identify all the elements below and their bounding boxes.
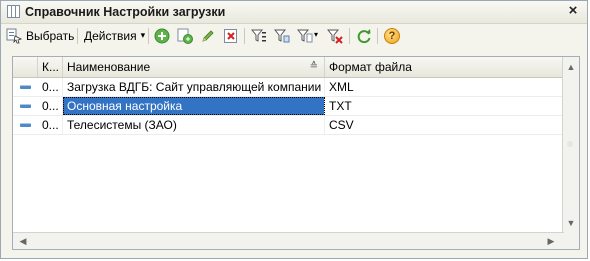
select-button-label: Выбрать <box>26 28 75 43</box>
table-row[interactable]: 0... Телесистемы (ЗАО) CSV <box>13 116 564 135</box>
catalog-item-icon <box>20 85 31 89</box>
filter-settings-icon[interactable] <box>251 28 267 44</box>
actions-menu-button[interactable]: Действия ▾ <box>84 26 145 45</box>
column-header-name[interactable]: Наименование ≙ <box>63 57 325 77</box>
filter-clear-icon[interactable] <box>327 28 343 44</box>
grid-header: К... Наименование ≙ Формат файла <box>13 57 564 78</box>
window-title: Справочник Настройки загрузки <box>25 5 226 19</box>
table-row-selected[interactable]: 0... Основная настройка TXT <box>13 97 564 116</box>
catalog-icon <box>7 5 20 18</box>
chevron-down-icon[interactable]: ▾ <box>314 30 318 39</box>
toolbar-separator <box>349 28 350 44</box>
table-row[interactable]: 0... Загрузка ВДГБ: Сайт управляющей ком… <box>13 78 564 97</box>
vertical-scrollbar[interactable]: ▲ ▼ <box>562 57 579 249</box>
copy-icon[interactable] <box>177 28 193 44</box>
data-grid[interactable]: К... Наименование ≙ Формат файла 0... За… <box>12 56 580 250</box>
column-header-code[interactable]: К... <box>38 57 63 77</box>
filter-by-value-icon[interactable] <box>274 28 290 44</box>
toolbar-separator <box>77 28 78 44</box>
add-icon[interactable] <box>154 28 170 44</box>
select-icon <box>6 28 22 43</box>
close-button[interactable]: × <box>565 2 581 20</box>
cell-name: Основная настройка <box>63 97 325 115</box>
catalog-item-icon <box>20 123 31 127</box>
column-header-icon[interactable] <box>13 57 38 77</box>
horizontal-scrollbar[interactable]: ◀ ▶ <box>13 232 564 249</box>
column-header-format[interactable]: Формат файла <box>325 57 564 77</box>
scroll-thumb[interactable] <box>567 141 573 147</box>
scroll-right-icon[interactable]: ▶ <box>543 233 559 249</box>
chevron-down-icon: ▾ <box>140 30 146 40</box>
title-bar[interactable]: Справочник Настройки загрузки × <box>1 1 587 24</box>
filter-history-icon[interactable] <box>297 28 313 44</box>
cell-code: 0... <box>38 116 63 134</box>
help-icon[interactable]: ? <box>384 28 400 44</box>
cell-name: Загрузка ВДГБ: Сайт управляющей компании… <box>63 78 325 96</box>
select-button[interactable]: Выбрать <box>6 26 74 45</box>
scroll-up-icon[interactable]: ▲ <box>563 59 579 75</box>
toolbar-separator <box>148 28 149 44</box>
cell-code: 0... <box>38 97 63 115</box>
column-header-name-label: Наименование <box>67 60 151 74</box>
cell-format: XML <box>329 80 354 94</box>
cell-code: 0... <box>38 78 63 96</box>
sort-icon: ≙ <box>309 61 318 72</box>
cell-name: Телесистемы (ЗАО) <box>63 116 325 134</box>
toolbar-separator <box>244 28 245 44</box>
refresh-icon[interactable] <box>356 28 372 44</box>
actions-menu-label: Действия <box>84 28 137 43</box>
toolbar: Выбрать Действия ▾ ▾ ? <box>1 24 587 48</box>
toolbar-separator <box>377 28 378 44</box>
catalog-item-icon <box>20 104 31 108</box>
scroll-left-icon[interactable]: ◀ <box>15 233 31 249</box>
edit-icon[interactable] <box>200 28 216 44</box>
cell-format: CSV <box>329 118 354 132</box>
dialog-window: Справочник Настройки загрузки × Выбрать … <box>0 0 588 259</box>
cell-format: TXT <box>329 99 352 113</box>
delete-icon[interactable] <box>223 28 239 44</box>
scroll-down-icon[interactable]: ▼ <box>563 215 579 231</box>
